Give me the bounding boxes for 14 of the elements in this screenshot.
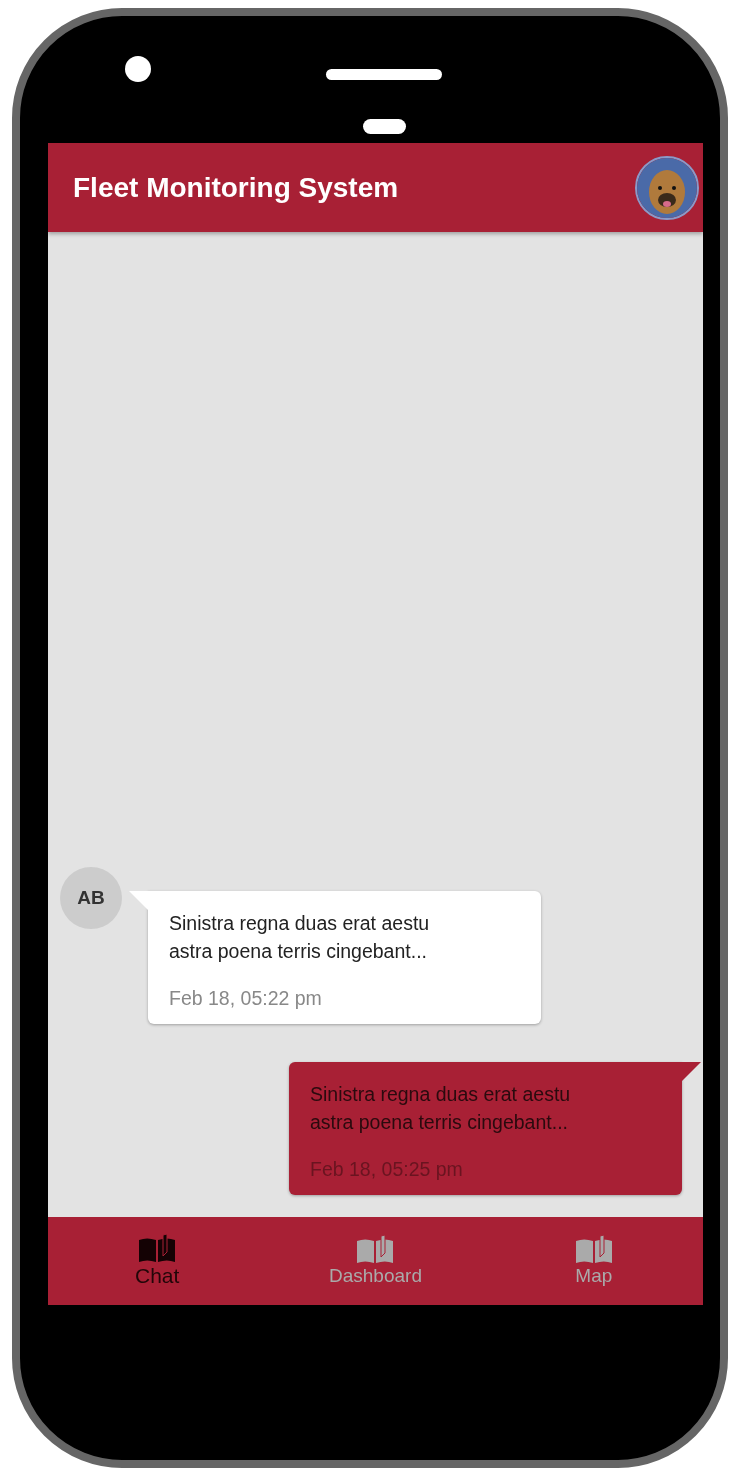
- sensor-slot: [363, 119, 406, 134]
- nav-tab[interactable]: Chat: [48, 1217, 267, 1305]
- nav-tab[interactable]: Dashboard: [266, 1217, 485, 1305]
- user-avatar: AB: [60, 867, 122, 929]
- camera-dot: [125, 56, 151, 82]
- message-time: Feb 18, 05:25 pm: [310, 1158, 463, 1180]
- message-text: Sinistra regna duas erat aestu astra poena terris cingebant...: [169, 911, 431, 964]
- nav-tab[interactable]: Map: [484, 1217, 703, 1305]
- book-icon: [139, 1234, 176, 1262]
- app-title: Fleet Monitoring System: [73, 171, 399, 204]
- book-icon: [357, 1235, 394, 1263]
- message-time: Feb 18, 05:22 pm: [169, 987, 322, 1009]
- message-text: Sinistra regna duas erat aestu astra poena terris cingebant...: [310, 1082, 572, 1135]
- book-icon: [575, 1235, 612, 1263]
